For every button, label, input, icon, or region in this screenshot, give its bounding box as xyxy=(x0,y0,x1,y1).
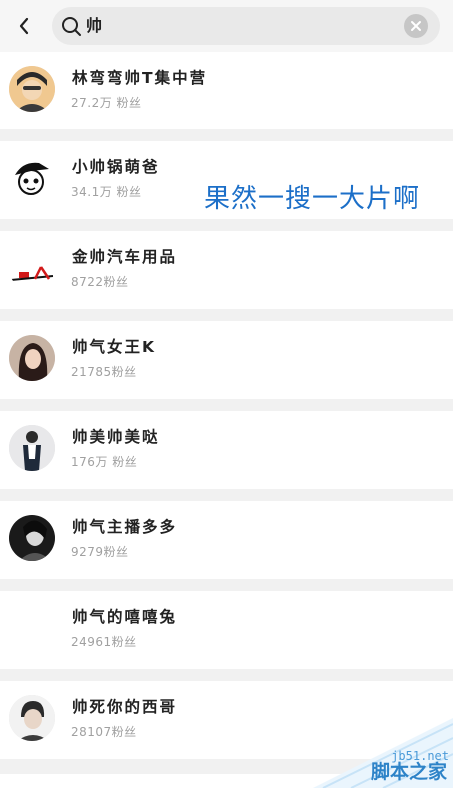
result-name: 帅气主播多多 xyxy=(72,518,178,536)
fans-count: 27.2万 粉丝 xyxy=(71,96,142,110)
avatar xyxy=(9,245,55,291)
list-item[interactable]: 金帅汽车用品 8722粉丝 xyxy=(0,231,453,309)
results-list: 林弯弯帅T集中营 27.2万 粉丝 小帅锅萌爸 34.1万 粉丝 金帅汽车用品 … xyxy=(0,52,453,771)
list-item[interactable]: 帅气的嘻嘻兔 24961粉丝 xyxy=(0,591,453,669)
result-name: 金帅汽车用品 xyxy=(72,248,178,266)
result-name: 小帅锅萌爸 xyxy=(72,158,160,176)
search-input[interactable]: 帅 xyxy=(52,7,440,45)
fans-count: 176万 粉丝 xyxy=(71,455,138,469)
avatar xyxy=(9,515,55,561)
avatar xyxy=(9,695,55,741)
avatar xyxy=(9,335,55,381)
result-name: 帅气女王K xyxy=(72,338,157,356)
avatar xyxy=(9,155,55,201)
avatar xyxy=(9,605,55,651)
fans-count: 28107粉丝 xyxy=(71,725,137,739)
list-item[interactable]: 帅气女王K 21785粉丝 xyxy=(0,321,453,399)
avatar xyxy=(9,66,55,112)
fans-count: 9279粉丝 xyxy=(71,545,129,559)
fans-count: 21785粉丝 xyxy=(71,365,137,379)
list-item[interactable]: 帅气主播多多 9279粉丝 xyxy=(0,501,453,579)
avatar xyxy=(9,425,55,471)
list-item[interactable]: 帅美帅美哒 176万 粉丝 xyxy=(0,411,453,489)
close-icon xyxy=(411,21,421,31)
clear-search-button[interactable] xyxy=(404,14,428,38)
watermark-title: 脚本之家 xyxy=(370,761,447,783)
annotation-caption: 果然一搜一大片啊 xyxy=(204,184,421,214)
search-icon xyxy=(62,17,81,36)
chevron-left-icon xyxy=(19,17,29,35)
fans-count: 8722粉丝 xyxy=(71,275,129,289)
fans-count: 34.1万 粉丝 xyxy=(71,185,142,199)
result-name: 帅美帅美哒 xyxy=(72,428,160,446)
search-query[interactable]: 帅 xyxy=(86,15,102,37)
watermark: jb51.net 脚本之家 xyxy=(303,718,453,788)
top-bar: 帅 xyxy=(0,0,453,52)
result-name: 帅死你的西哥 xyxy=(72,698,178,716)
back-button[interactable] xyxy=(10,12,38,40)
list-item[interactable]: 林弯弯帅T集中营 27.2万 粉丝 xyxy=(0,52,453,129)
result-name: 帅气的嘻嘻兔 xyxy=(72,608,178,626)
result-name: 林弯弯帅T集中营 xyxy=(72,69,208,87)
fans-count: 24961粉丝 xyxy=(71,635,137,649)
